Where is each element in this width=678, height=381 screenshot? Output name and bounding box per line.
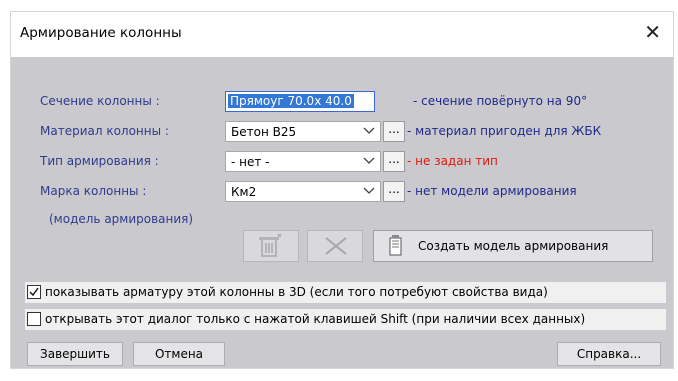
column-mark-select[interactable]: Км2 <box>225 181 381 202</box>
checkmark-icon <box>29 287 39 297</box>
cancel-button[interactable]: Отмена <box>133 342 225 366</box>
material-label: Материал колонны : <box>40 124 169 138</box>
chevron-down-icon <box>363 157 375 164</box>
clear-button[interactable] <box>307 230 363 262</box>
section-input[interactable]: Прямоуг 70.0x 40.0 <box>225 91 375 112</box>
dialog-body: Сечение колонны : Прямоуг 70.0x 40.0 - с… <box>11 57 673 368</box>
material-note: - материал пригоден для ЖБК <box>407 124 602 138</box>
help-button[interactable]: Справка... <box>557 342 661 366</box>
create-model-button[interactable]: Создать модель армирования <box>373 230 653 262</box>
show-3d-checkbox[interactable] <box>27 285 41 299</box>
finish-button[interactable]: Завершить <box>27 342 123 366</box>
material-select[interactable]: Бетон В25 <box>225 121 381 142</box>
column-mark-browse-button[interactable]: ... <box>383 181 405 202</box>
title-bar: Армирование колонны ✕ <box>11 12 673 57</box>
delete-model-icon <box>259 233 282 257</box>
column-mark-value: Км2 <box>231 185 257 199</box>
reinforcement-type-value: - нет - <box>231 155 270 169</box>
section-value: Прямоуг 70.0x 40.0 <box>228 94 354 108</box>
open-shift-row[interactable]: открывать этот диалог только с нажатой к… <box>25 309 666 330</box>
material-browse-button[interactable]: ... <box>383 121 405 142</box>
column-mark-note: - нет модели армирования <box>407 184 577 198</box>
reinforcement-type-label: Тип армирования : <box>40 154 159 168</box>
section-note: - сечение повёрнуто на 90° <box>413 94 588 108</box>
open-shift-label: открывать этот диалог только с нажатой к… <box>45 312 586 326</box>
material-value: Бетон В25 <box>231 125 297 139</box>
column-mark-label: Марка колонны : <box>40 184 147 198</box>
open-shift-checkbox[interactable] <box>27 312 41 326</box>
document-icon <box>389 235 402 256</box>
show-3d-label: показывать арматуру этой колонны в 3D (е… <box>45 285 548 299</box>
dialog-title: Армирование колонны <box>20 25 182 41</box>
reinforcement-type-select[interactable]: - нет - <box>225 151 381 172</box>
section-label: Сечение колонны : <box>40 94 160 108</box>
delete-model-button[interactable] <box>243 230 299 262</box>
chevron-down-icon <box>363 127 375 134</box>
show-3d-row[interactable]: показывать арматуру этой колонны в 3D (е… <box>25 282 666 303</box>
create-model-label: Создать модель армирования <box>418 239 609 253</box>
model-hint-label: (модель армирования) <box>49 212 194 226</box>
close-icon[interactable]: ✕ <box>644 22 661 42</box>
reinforcement-type-note: - не задан тип <box>407 154 498 168</box>
clear-x-icon <box>325 237 347 255</box>
reinforcement-type-browse-button[interactable]: ... <box>383 151 405 172</box>
chevron-down-icon <box>363 187 375 194</box>
dialog-window: Армирование колонны ✕ Сечение колонны : … <box>10 11 674 369</box>
